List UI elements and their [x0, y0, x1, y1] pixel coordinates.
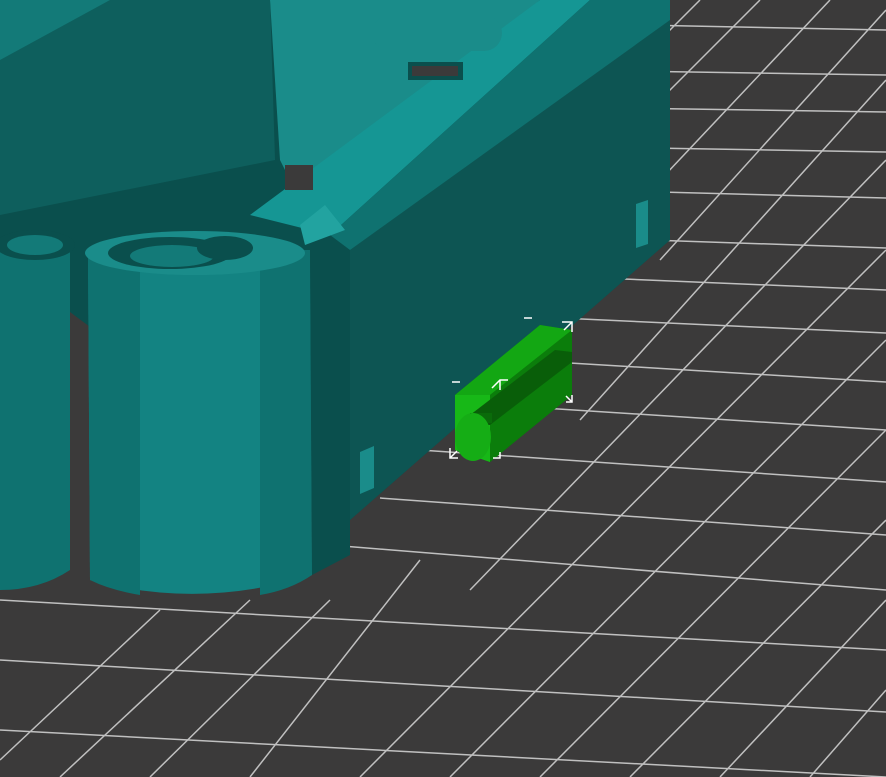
3d-viewport[interactable] — [0, 0, 886, 777]
main-model[interactable] — [0, 0, 670, 595]
scene-canvas[interactable] — [0, 0, 886, 777]
